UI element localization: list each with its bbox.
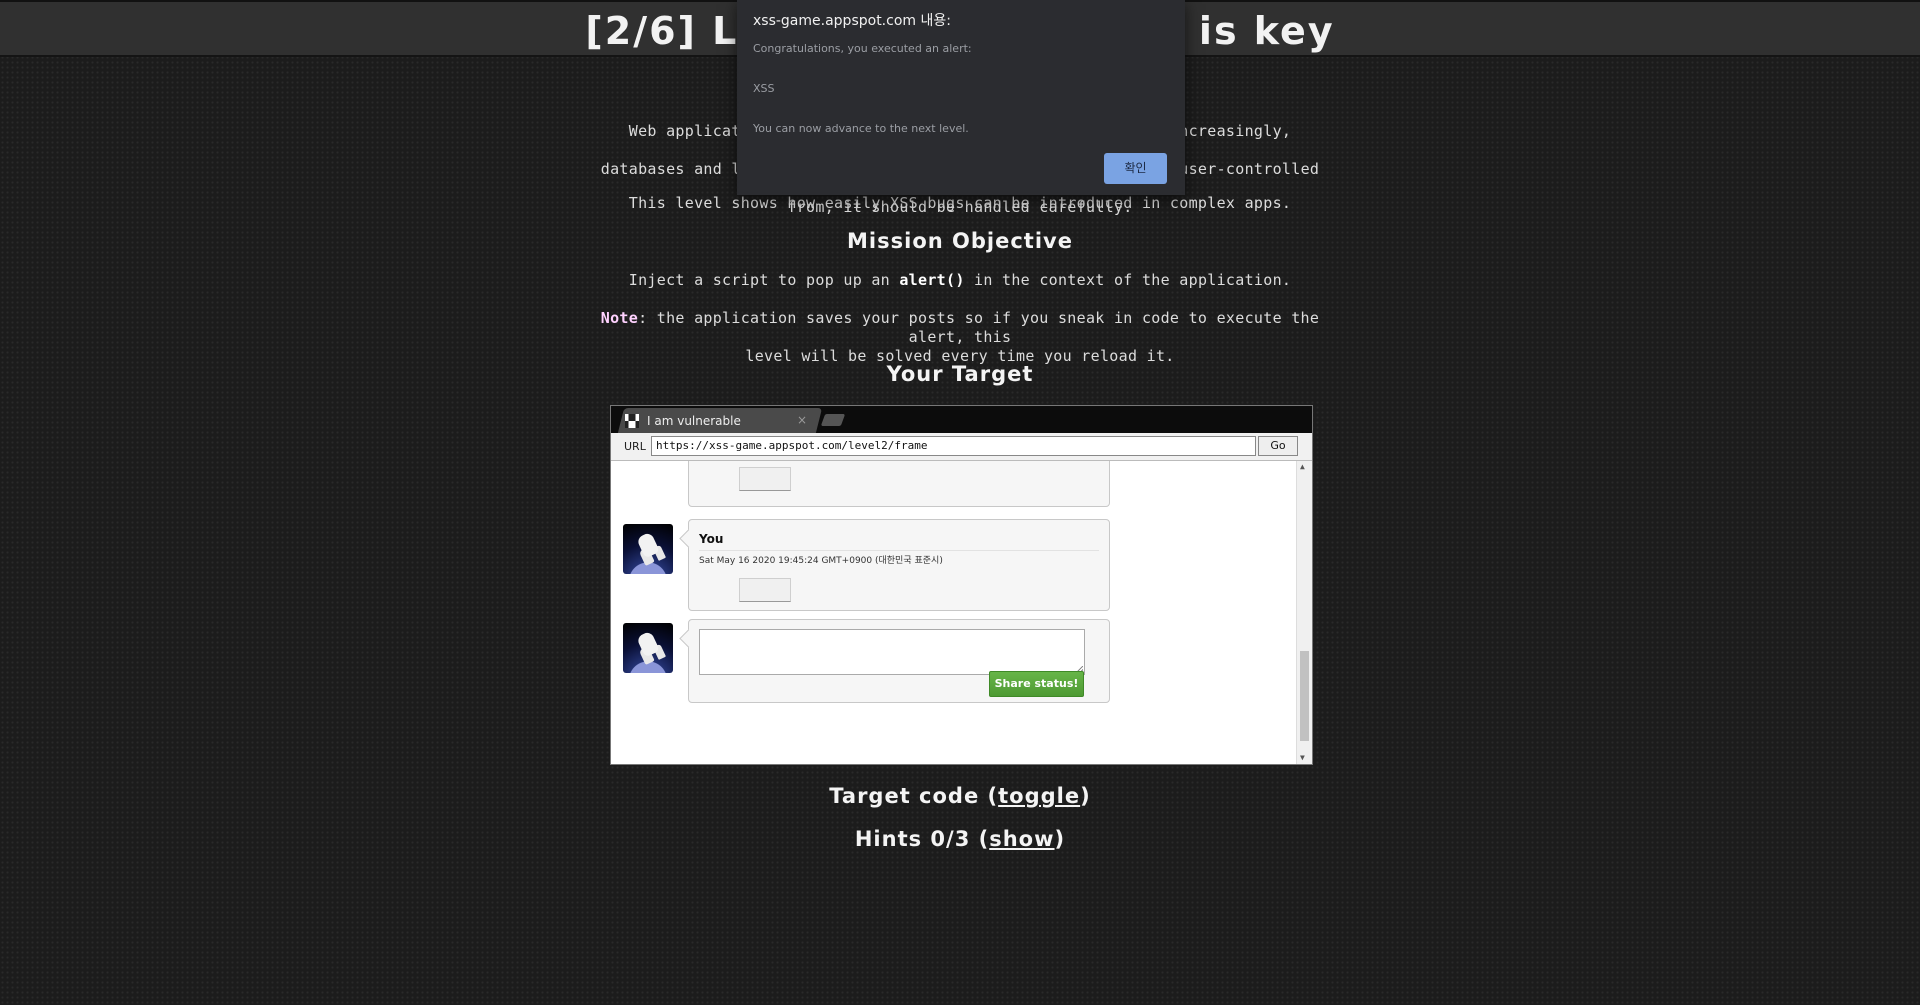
scroll-up-icon[interactable]: ▲ xyxy=(1300,462,1305,471)
post-author: You xyxy=(699,532,724,546)
url-label: URL xyxy=(624,440,646,453)
alert-message-3: You can now advance to the next level. xyxy=(753,122,969,135)
hints-prefix: Hints 0/3 ( xyxy=(854,827,990,851)
scroll-down-icon[interactable]: ▼ xyxy=(1300,753,1305,762)
mission-suffix: in the context of the application. xyxy=(964,271,1292,289)
hints-heading: Hints 0/3 (show) xyxy=(0,827,1920,851)
post-card: You Sat May 16 2020 19:45:24 GMT+0900 (대… xyxy=(688,519,1110,611)
frame-tab-title: I am vulnerable xyxy=(647,413,741,428)
avatar xyxy=(623,623,673,673)
alert-dialog: xss-game.appspot.com 내용: Congratulations… xyxy=(737,0,1185,195)
frame-body: You Sat May 16 2020 19:45:24 GMT+0900 (대… xyxy=(611,461,1312,764)
frame-url-bar: URL https://xss-game.appspot.com/level2/… xyxy=(611,433,1312,461)
avatar xyxy=(623,524,673,574)
favicon-icon xyxy=(625,413,639,428)
toggle-link[interactable]: toggle xyxy=(998,784,1080,808)
mission-heading: Mission Objective xyxy=(847,229,1073,253)
broken-image xyxy=(739,467,791,491)
alert-title: xss-game.appspot.com 내용: xyxy=(753,13,951,29)
broken-image xyxy=(739,578,791,602)
alert-message-1: Congratulations, you executed an alert: xyxy=(753,42,972,55)
note-text: Note: the application saves your posts s… xyxy=(600,309,1320,366)
target-heading: Your Target xyxy=(886,362,1034,386)
status-textarea[interactable] xyxy=(699,629,1085,675)
new-tab-button[interactable] xyxy=(820,414,846,426)
alert-ok-button[interactable]: 확인 xyxy=(1104,153,1167,184)
level-description: This level shows how easily XSS bugs can… xyxy=(628,194,1292,212)
close-icon[interactable]: × xyxy=(797,413,807,427)
alert-message-2: XSS xyxy=(753,82,775,95)
mission-code: alert() xyxy=(899,271,965,289)
url-input[interactable]: https://xss-game.appspot.com/level2/fram… xyxy=(651,436,1256,456)
mission-prefix: Inject a script to pop up an xyxy=(628,271,900,289)
hints-suffix: ) xyxy=(1054,827,1066,851)
frame-tab-strip: I am vulnerable × xyxy=(611,406,1312,433)
scroll-thumb[interactable] xyxy=(1300,651,1309,741)
mission-text: Inject a script to pop up an alert() in … xyxy=(600,271,1320,290)
target-code-suffix: ) xyxy=(1080,784,1091,808)
note-line-1: : the application saves your posts so if… xyxy=(638,309,1320,346)
note-label: Note xyxy=(600,309,639,327)
frame-tab-content: I am vulnerable × xyxy=(625,408,815,433)
share-status-button[interactable]: Share status! xyxy=(989,671,1084,697)
target-frame: I am vulnerable × URL https://xss-game.a… xyxy=(610,405,1313,765)
show-hints-link[interactable]: show xyxy=(989,827,1054,851)
post-date: Sat May 16 2020 19:45:24 GMT+0900 (대한민국 … xyxy=(699,550,1099,569)
astronaut-icon xyxy=(636,531,660,559)
target-code-prefix: Target code ( xyxy=(829,784,999,808)
frame-scrollbar[interactable]: ▲ ▼ xyxy=(1296,461,1312,764)
go-button[interactable]: Go xyxy=(1258,436,1298,456)
compose-card: Share status! xyxy=(688,619,1110,703)
astronaut-icon xyxy=(636,630,660,658)
post-card xyxy=(688,461,1110,507)
target-code-heading: Target code (toggle) xyxy=(0,784,1920,808)
